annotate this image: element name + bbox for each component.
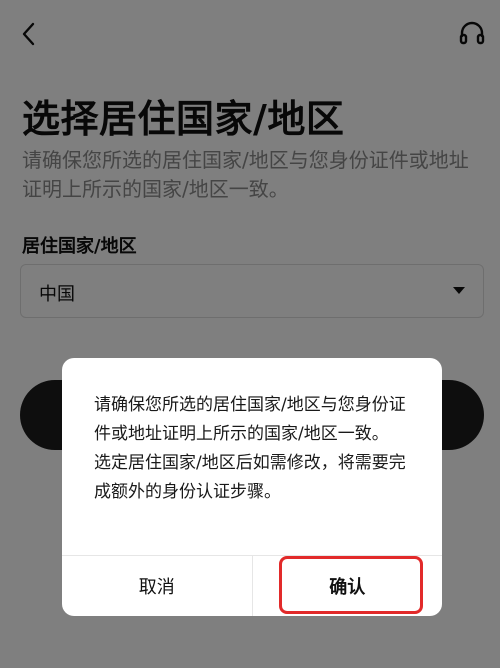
dialog-message-line-1: 请确保您所选的居住国家/地区与您身份证件或地址证明上所示的国家/地区一致。 xyxy=(94,395,406,444)
confirm-dialog: 请确保您所选的居住国家/地区与您身份证件或地址证明上所示的国家/地区一致。 选定… xyxy=(62,358,442,616)
dialog-message: 请确保您所选的居住国家/地区与您身份证件或地址证明上所示的国家/地区一致。 选定… xyxy=(94,391,418,507)
dialog-message-line-2: 选定居住国家/地区后如需修改，将需要完成额外的身份认证步骤。 xyxy=(94,453,406,502)
confirm-button[interactable]: 确认 xyxy=(253,556,443,616)
dialog-actions: 取消 确认 xyxy=(62,555,442,616)
cancel-button[interactable]: 取消 xyxy=(62,556,253,616)
